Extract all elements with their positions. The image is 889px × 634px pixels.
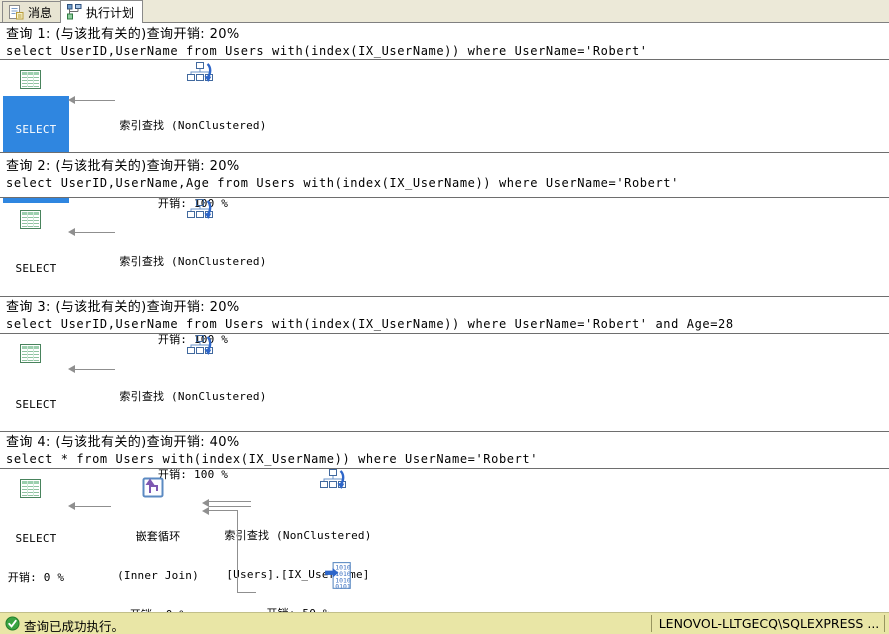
query4-sql: select * from Users with(index(IX_UserNa…: [6, 452, 883, 467]
nested-loops-title: 嵌套循环: [106, 530, 210, 543]
index-seek-cost: 开销: 100 %: [103, 468, 283, 481]
index-seek-icon: [186, 61, 214, 89]
tab-execution-plan[interactable]: 执行计划: [60, 0, 143, 23]
query1-title: 查询 1: (与该批有关的)查询开销: 20%: [6, 27, 883, 42]
query3-header: 查询 3: (与该批有关的)查询开销: 20% select UserID,Us…: [0, 296, 889, 334]
execution-plan-pane: 消息 执行计划 查询 1: (与该批有关的)查询开销: 20% select U…: [0, 0, 889, 634]
plan-edge-arrowhead: [68, 96, 75, 104]
select-label: SELECT: [0, 262, 72, 275]
success-check-icon: [5, 616, 20, 631]
select-label: SELECT: [0, 532, 72, 545]
key-lookup-icon: [324, 561, 354, 591]
select-label: SELECT: [0, 398, 72, 411]
status-server: LENOVOL-LLTGECQ\SQLEXPRESS ...: [656, 616, 882, 631]
nested-loops-icon: [139, 473, 167, 501]
query4-title: 查询 4: (与该批有关的)查询开销: 40%: [6, 435, 883, 450]
tab-messages-label: 消息: [28, 4, 52, 21]
plan-node-select-q4[interactable]: SELECT 开销: 0 %: [0, 506, 72, 610]
query3-title: 查询 3: (与该批有关的)查询开销: 20%: [6, 300, 883, 315]
execution-plan-icon: [66, 4, 82, 20]
result-grid-icon: [16, 475, 44, 503]
query2-sql: select UserID,UserName,Age from Users wi…: [6, 176, 883, 191]
status-bar: 查询已成功执行。 LENOVOL-LLTGECQ\SQLEXPRESS ...: [0, 612, 889, 634]
plan-edge-arrowhead: [202, 499, 209, 507]
index-seek-icon: [186, 334, 214, 362]
query2-header: 查询 2: (与该批有关的)查询开销: 20% select UserID,Us…: [0, 152, 889, 198]
nested-loops-subtitle: (Inner Join): [106, 569, 210, 582]
index-seek-title: 索引查找 (NonClustered): [217, 529, 379, 542]
plan-edge-arrowhead: [68, 502, 75, 510]
status-separator: [651, 615, 652, 632]
index-seek-object: [Users].[IX_UserName]: [217, 568, 379, 581]
index-seek-title: 索引查找 (NonClustered): [103, 255, 283, 268]
tab-messages[interactable]: 消息: [2, 1, 61, 22]
plan-edge: [237, 510, 238, 593]
index-seek-title: 索引查找 (NonClustered): [103, 119, 283, 132]
result-grid-icon: [16, 206, 44, 234]
query2-title: 查询 2: (与该批有关的)查询开销: 20%: [6, 159, 883, 174]
tab-execution-plan-label: 执行计划: [86, 4, 134, 21]
index-seek-icon: [186, 198, 214, 226]
messages-icon: [8, 4, 24, 20]
query1-sql: select UserID,UserName from Users with(i…: [6, 44, 883, 59]
query3-sql: select UserID,UserName from Users with(i…: [6, 317, 883, 332]
index-seek-title: 索引查找 (NonClustered): [103, 390, 283, 403]
select-cost: 开销: 0 %: [0, 571, 72, 584]
result-grid-icon: [16, 340, 44, 368]
results-tabbar: 消息 执行计划: [0, 0, 889, 23]
status-message: 查询已成功执行。: [24, 616, 124, 634]
plan-edge-arrowhead: [68, 228, 75, 236]
select-label: SELECT: [3, 123, 69, 136]
query4-header: 查询 4: (与该批有关的)查询开销: 40% select * from Us…: [0, 431, 889, 469]
query1-header: 查询 1: (与该批有关的)查询开销: 20% select UserID,Us…: [0, 24, 889, 60]
result-grid-icon: [16, 66, 44, 94]
plan-edge-arrowhead: [68, 365, 75, 373]
index-seek-icon: [319, 468, 347, 496]
plan-edge: [209, 510, 238, 511]
status-separator: [884, 615, 885, 632]
plan-edge-arrowhead: [202, 507, 209, 515]
